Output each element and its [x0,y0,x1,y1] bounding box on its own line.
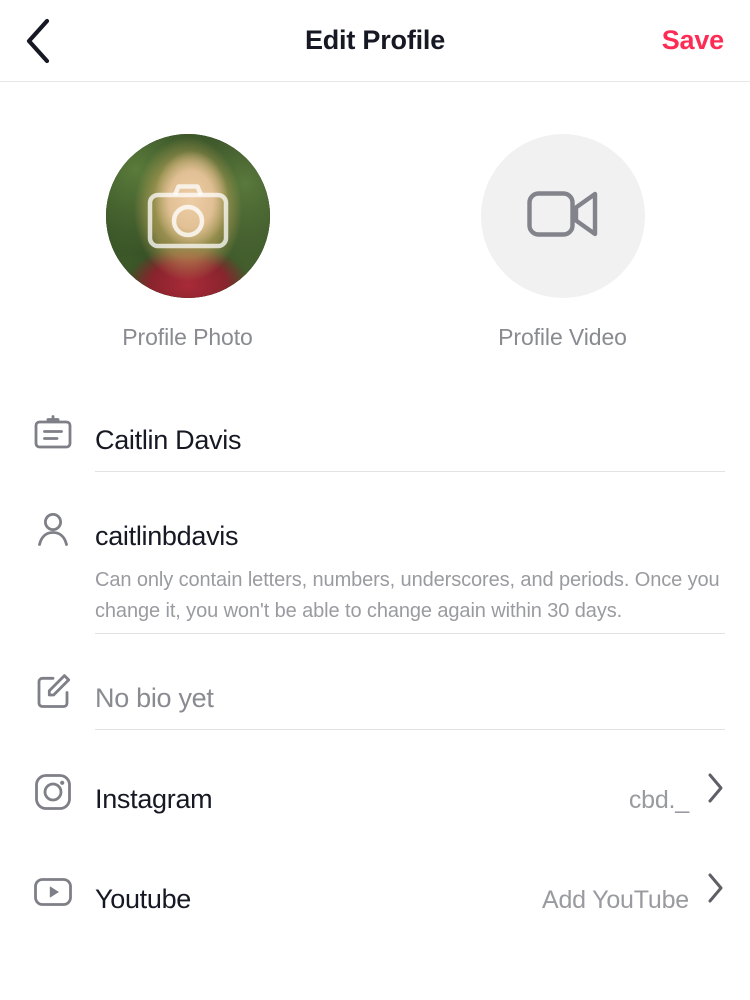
profile-video-label: Profile Video [498,324,627,350]
id-card-icon [33,409,95,453]
row-youtube[interactable]: Youtube Add YouTube [0,868,750,930]
row-bio-line: No bio yet [95,667,725,729]
bio-placeholder[interactable]: No bio yet [95,667,214,729]
person-icon [33,505,95,549]
profile-photo-avatar[interactable] [105,134,270,298]
row-instagram-right: cbd._ [629,769,725,831]
camera-icon [106,134,270,298]
row-name-body: Caitlin Davis [95,409,750,471]
page-title: Edit Profile [304,25,446,55]
profile-photo-cell[interactable]: Profile Photo [0,134,375,351]
row-instagram[interactable]: Instagram cbd._ [0,768,750,830]
row-bio[interactable]: No bio yet [0,667,750,729]
row-youtube-line: Youtube Add YouTube [95,868,725,930]
row-bio-body: No bio yet [95,667,750,729]
profile-video-circle[interactable] [480,134,645,298]
chevron-right-icon[interactable] [707,769,725,831]
name-value[interactable]: Caitlin Davis [95,409,241,471]
chevron-right-icon[interactable] [707,869,725,931]
row-name[interactable]: Caitlin Davis [0,409,750,471]
username-hint: Can only contain letters, numbers, under… [95,569,720,622]
youtube-label: Youtube [95,884,192,914]
username-value[interactable]: caitlinbdavis [95,505,238,567]
row-instagram-line: Instagram cbd._ [95,768,725,830]
row-youtube-body: Youtube Add YouTube [95,868,750,930]
instagram-value: cbd._ [628,786,689,814]
video-camera-icon [526,189,599,244]
instagram-label: Instagram [95,784,213,814]
instagram-icon [33,768,95,812]
spacer-username-bio [0,634,750,667]
spacer-bio-instagram [0,730,750,768]
youtube-icon [33,868,95,912]
app-header: Edit Profile Save [0,0,750,82]
row-username[interactable]: caitlinbdavis Can only contain letters, … [0,505,750,633]
row-name-line: Caitlin Davis [95,409,725,471]
profile-video-cell[interactable]: Profile Video [375,134,750,351]
edit-pencil-icon [33,667,95,711]
row-username-body: caitlinbdavis Can only contain letters, … [95,505,750,633]
profile-photo-label: Profile Photo [122,324,253,350]
spacer-instagram-youtube [0,830,750,868]
row-username-line: caitlinbdavis [95,505,725,567]
profile-media-row: Profile Photo Profile Video [0,82,750,351]
spacer-name-username [0,472,750,505]
row-instagram-body: Instagram cbd._ [95,768,750,830]
youtube-value: Add YouTube [541,886,689,914]
save-button[interactable]: Save [662,0,724,81]
row-youtube-right: Add YouTube [542,869,725,931]
profile-form: Caitlin Davis caitlinbdavis Can only con… [0,409,750,930]
